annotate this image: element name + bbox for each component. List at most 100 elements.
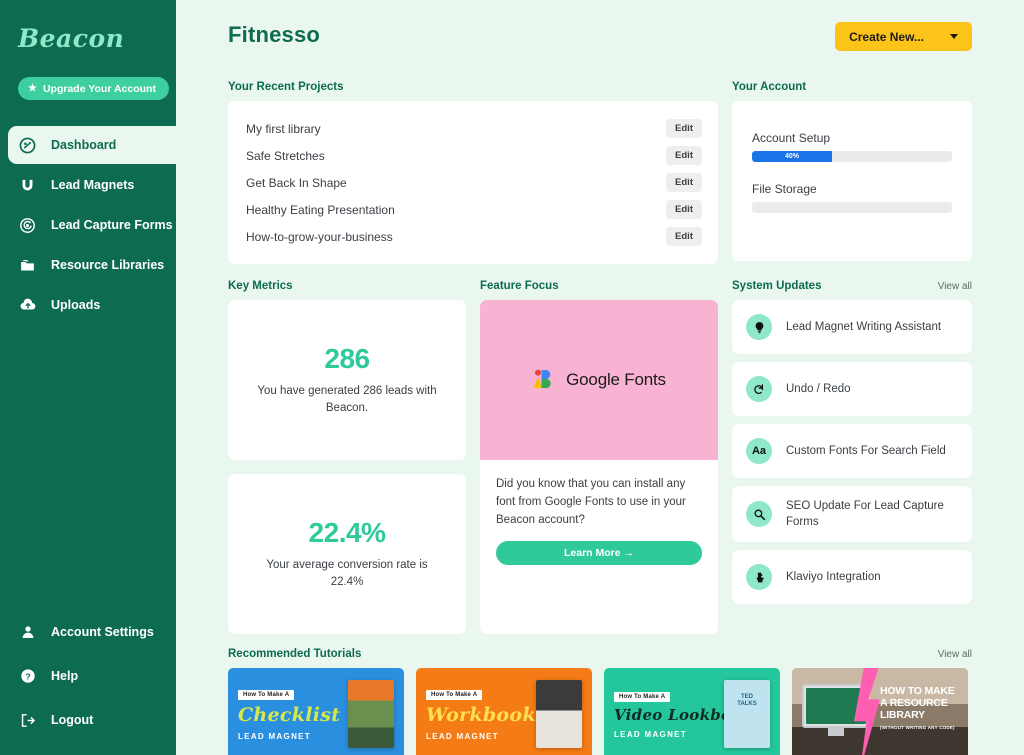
text-format-icon: Aa [746,438,772,464]
sidebar-item-help[interactable]: ? Help [0,657,176,695]
edit-button[interactable]: Edit [666,173,702,192]
sidebar-item-label: Uploads [51,298,101,312]
sidebar-item-account-settings[interactable]: Account Settings [0,613,176,651]
update-item-custom-fonts[interactable]: Aa Custom Fonts For Search Field [732,424,972,478]
upgrade-label: Upgrade Your Account [42,82,156,95]
tutorial-thumbnail: TED TALKS [724,680,770,748]
recommended-tutorials-header: Recommended Tutorials View all [228,648,972,660]
google-fonts-logo: Google Fonts [532,368,666,392]
google-fonts-mark-icon [533,369,551,388]
tutorial-headline: HOW TO MAKE A RESOURCE LIBRARY [880,685,955,721]
key-metrics-section: Key Metrics 286 You have generated 286 l… [228,280,466,634]
tutorial-badge: How To Make A [614,692,671,702]
lightbulb-icon [746,314,772,340]
tutorial-card-content: HOW TO MAKE A RESOURCE LIBRARY (WITHOUT … [880,685,962,731]
upgrade-account-button[interactable]: ★ Upgrade Your Account [18,77,169,100]
sidebar-item-uploads[interactable]: Uploads [0,286,176,324]
sidebar-item-label: Dashboard [51,138,117,152]
metric-card-leads: 286 You have generated 286 leads with Be… [228,300,466,460]
sidebar-item-label: Lead Capture Forms [51,218,173,232]
project-name: Get Back In Shape [246,175,347,190]
update-label: SEO Update For Lead Capture Forms [786,500,944,529]
recent-projects-section: Your Recent Projects My first library Ed… [228,81,718,264]
sidebar-item-label: Logout [51,713,94,727]
tutorial-card-checklist[interactable]: How To Make A Checklist LEAD MAGNET [228,668,404,755]
update-item-undo-redo[interactable]: Undo / Redo [732,362,972,416]
feature-banner: Google Fonts [480,300,718,460]
sidebar-item-lead-capture-forms[interactable]: Lead Capture Forms [0,206,176,244]
tutorial-subline: (WITHOUT WRITING ANY CODE) [880,725,955,731]
update-item-writing-assistant[interactable]: Lead Magnet Writing Assistant [732,300,972,354]
target-icon [18,216,37,235]
secondary-nav: Account Settings ? Help Logout [0,613,176,755]
app-root: Beacon ★ Upgrade Your Account Dashboard … [0,0,1024,755]
feature-focus-section: Feature Focus Google Fonts Did you know … [480,280,718,634]
account-card: Account Setup 40% File Storage [732,101,972,261]
sidebar-item-label: Resource Libraries [51,258,165,272]
system-updates-section: System Updates View all Lead Magnet Writ… [732,280,972,634]
account-setup-progress: 40% [752,151,952,162]
list-item[interactable]: How-to-grow-your-business Edit [246,223,702,250]
update-label: Klaviyo Integration [786,571,881,584]
tutorial-thumbnail [348,680,394,748]
main-content: Fitnesso Create New... Your Recent Proje… [176,0,1024,755]
system-updates-view-all[interactable]: View all [938,281,972,292]
list-item[interactable]: Get Back In Shape Edit [246,169,702,196]
feature-focus-title: Feature Focus [480,280,559,292]
metric-description: Your average conversion rate is 22.4% [266,559,428,588]
metric-card-conversion: 22.4% Your average conversion rate is 22… [228,474,466,634]
puzzle-icon [746,564,772,591]
create-new-label: Create New... [849,29,924,44]
system-updates-header: System Updates View all [732,280,972,292]
sidebar-item-label: Account Settings [51,625,154,639]
list-item[interactable]: Healthy Eating Presentation Edit [246,196,702,223]
update-item-klaviyo[interactable]: Klaviyo Integration [732,550,972,605]
recommended-tutorials-view-all[interactable]: View all [938,649,972,660]
google-fonts-wordmark: Google Fonts [566,370,666,389]
tutorial-card-workbook[interactable]: How To Make A Workbook LEAD MAGNET [416,668,592,755]
feature-focus-card: Google Fonts Did you know that you can i… [480,300,718,634]
sidebar-item-lead-magnets[interactable]: Lead Magnets [0,166,176,204]
list-item[interactable]: My first library Edit [246,115,702,142]
update-label: Undo / Redo [786,382,851,395]
star-icon: ★ [28,82,37,94]
sidebar-item-resource-libraries[interactable]: Resource Libraries [0,246,176,284]
create-new-button[interactable]: Create New... [835,22,972,51]
account-setup-label: Account Setup [752,131,831,145]
monitor-stand [828,728,844,736]
chevron-down-icon [950,34,958,39]
learn-more-button[interactable]: Learn More → [496,541,702,566]
dashboard-icon [18,136,37,155]
page-title: Fitnesso [228,22,321,47]
page-header: Fitnesso Create New... [228,0,972,51]
list-item[interactable]: Safe Stretches Edit [246,142,702,169]
svg-text:?: ? [25,671,30,681]
magnifier-icon [746,501,772,528]
cloud-upload-icon [18,296,37,315]
edit-button[interactable]: Edit [666,227,702,246]
logout-icon [18,711,37,730]
undo-icon [746,376,772,402]
update-item-seo-update[interactable]: SEO Update For Lead Capture Forms [732,486,972,543]
account-setup-progress-fill: 40% [752,151,832,162]
sidebar-item-logout[interactable]: Logout [0,701,176,739]
recent-projects-card: My first library Edit Safe Stretches Edi… [228,101,718,264]
project-name: Safe Stretches [246,148,325,163]
sidebar: Beacon ★ Upgrade Your Account Dashboard … [0,0,176,755]
recommended-tutorials-section: Recommended Tutorials View all How To Ma… [228,648,972,755]
feature-body: Did you know that you can install any fo… [480,460,718,581]
row-projects-account: Your Recent Projects My first library Ed… [228,81,972,264]
tutorial-card-video-lookbook[interactable]: How To Make A Video Lookbook LEAD MAGNET… [604,668,780,755]
row-metrics-feature-updates: Key Metrics 286 You have generated 286 l… [228,280,972,634]
sidebar-item-dashboard[interactable]: Dashboard [8,126,176,164]
file-storage-progress [752,202,952,213]
account-title: Your Account [732,81,807,93]
edit-button[interactable]: Edit [666,119,702,138]
update-label: Lead Magnet Writing Assistant [786,320,942,333]
sidebar-item-label: Help [51,669,79,683]
edit-button[interactable]: Edit [666,146,702,165]
tutorial-card-resource-library[interactable]: HOW TO MAKE A RESOURCE LIBRARY (WITHOUT … [792,668,968,755]
edit-button[interactable]: Edit [666,200,702,219]
project-name: My first library [246,121,321,136]
